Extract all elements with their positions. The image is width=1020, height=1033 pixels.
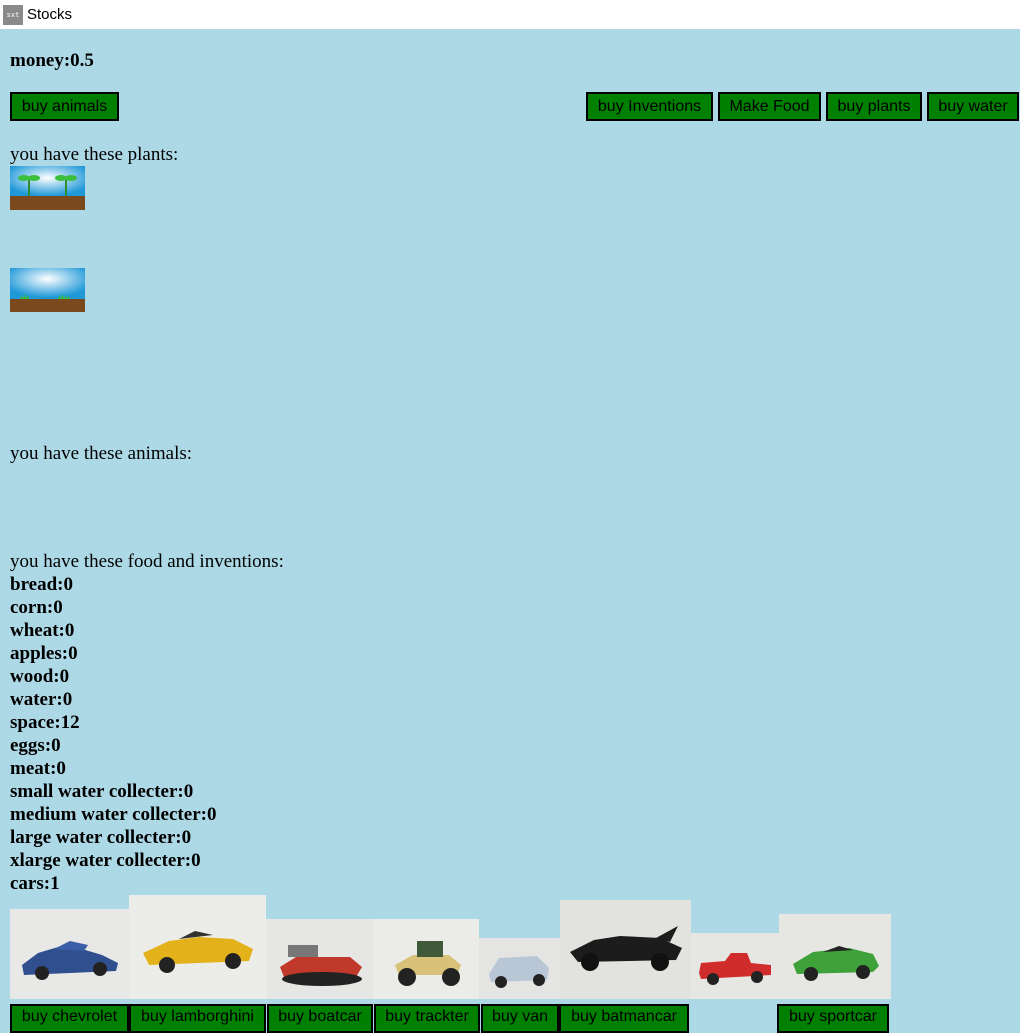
inventory-item-wheat: wheat:0 <box>10 620 75 641</box>
inventory-item-eggs: eggs:0 <box>10 735 61 756</box>
lamborghini-car-image <box>129 895 266 999</box>
sportcar-car-image <box>779 914 891 999</box>
inventory-item-apples: apples:0 <box>10 643 78 664</box>
buy-batmancar-button[interactable]: buy batmancar <box>559 1004 689 1033</box>
trackter-car-image <box>373 919 479 999</box>
chevrolet-car-image <box>10 909 129 999</box>
buy-lamborghini-button[interactable]: buy lamborghini <box>129 1004 266 1033</box>
batmancar-car-image <box>560 900 691 999</box>
buy-sportcar-button[interactable]: buy sportcar <box>777 1004 889 1033</box>
buy-animals-button[interactable]: buy animals <box>10 92 119 121</box>
inventory-item-xlarge-water-collecter: xlarge water collecter:0 <box>10 850 201 871</box>
inventory-item-large-water-collecter: large water collecter:0 <box>10 827 192 848</box>
inventory-item-small-water-collecter: small water collecter:0 <box>10 781 194 802</box>
buy-water-button[interactable]: buy water <box>927 92 1019 121</box>
inventory-item-cars: cars:1 <box>10 873 60 894</box>
buy-plants-button[interactable]: buy plants <box>826 92 922 121</box>
make-food-button[interactable]: Make Food <box>718 92 821 121</box>
inventory-item-corn: corn:0 <box>10 597 63 618</box>
animals-label: you have these animals: <box>10 443 193 464</box>
inventory-item-bread: bread:0 <box>10 574 73 595</box>
buy-chevrolet-button[interactable]: buy chevrolet <box>10 1004 129 1033</box>
grass-plant-image <box>10 268 85 312</box>
van-car-image <box>479 938 560 999</box>
inventory-item-medium-water-collecter: medium water collecter:0 <box>10 804 217 825</box>
buy-inventions-button[interactable]: buy Inventions <box>586 92 713 121</box>
app-icon: sxt <box>3 4 23 25</box>
plants-label: you have these plants: <box>10 144 179 165</box>
buy-trackter-button[interactable]: buy trackter <box>374 1004 480 1033</box>
inventory-list: bread:0 corn:0 wheat:0 apples:0 wood:0 w… <box>10 573 216 895</box>
boatcar-car-image <box>266 919 373 999</box>
window-title: Stocks <box>27 6 73 23</box>
inventory-item-space: space:12 <box>10 712 80 733</box>
inventory-item-water: water:0 <box>10 689 73 710</box>
title-bar: sxt Stocks <box>0 0 1020 29</box>
buy-van-button[interactable]: buy van <box>481 1004 559 1033</box>
food-inventions-label: you have these food and inventions: <box>10 551 284 572</box>
seedling-plant-image <box>10 166 85 210</box>
inventory-item-wood: wood:0 <box>10 666 70 687</box>
buy-boatcar-button[interactable]: buy boatcar <box>267 1004 373 1033</box>
pickup-car-image <box>691 933 779 999</box>
money-display: money:0.5 <box>10 50 94 71</box>
inventory-item-meat: meat:0 <box>10 758 66 779</box>
